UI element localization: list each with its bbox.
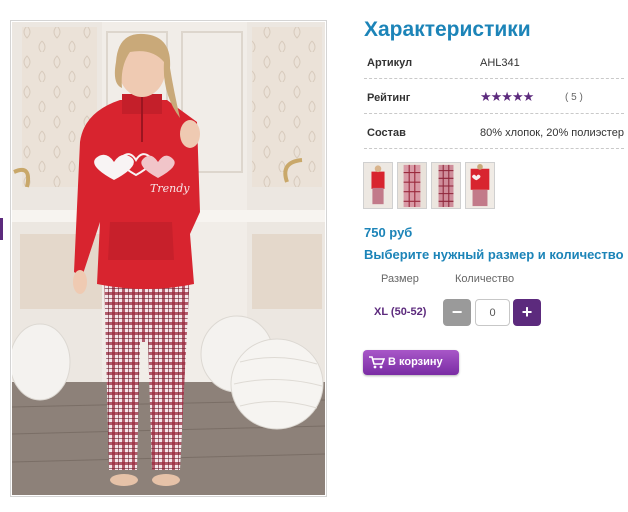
side-tab[interactable] [0, 218, 3, 240]
specs-title: Характеристики [364, 18, 531, 41]
gallery-thumbnail[interactable] [465, 162, 495, 209]
article-label: Артикул [367, 57, 413, 69]
quantity-increase-button[interactable]: + [513, 299, 541, 326]
size-value: XL (50-52) [374, 306, 427, 318]
add-to-cart-label: В корзину [388, 356, 443, 368]
choose-size-heading: Выберите нужный размер и количество [364, 247, 624, 262]
svg-text:Trendy: Trendy [150, 182, 190, 195]
quantity-column-header: Количество [455, 273, 515, 285]
product-photo[interactable]: Trendy [12, 22, 325, 495]
composition-label: Состав [367, 127, 406, 139]
quantity-decrease-button[interactable]: − [443, 299, 471, 326]
add-to-cart-button[interactable]: В корзину [363, 350, 459, 375]
quantity-input[interactable] [475, 299, 510, 326]
spec-row-article: Артикул AHL341 [364, 45, 624, 79]
article-value: AHL341 [480, 57, 520, 69]
cart-icon [369, 356, 385, 369]
spec-row-rating: Рейтинг ★★★★★ ( 5 ) [364, 80, 624, 114]
gallery-thumbnail[interactable] [363, 162, 393, 209]
product-price: 750 руб [364, 225, 413, 240]
rating-count: ( 5 ) [565, 92, 583, 103]
spec-row-composition: Состав 80% хлопок, 20% полиэстер [364, 115, 624, 149]
product-photo-frame: Trendy [10, 20, 327, 497]
size-column-header: Размер [381, 273, 419, 285]
gallery-thumbnail[interactable] [397, 162, 427, 209]
rating-stars[interactable]: ★★★★★ [480, 89, 534, 105]
gallery-thumbnail[interactable] [431, 162, 461, 209]
rating-label: Рейтинг [367, 92, 411, 104]
composition-value: 80% хлопок, 20% полиэстер [480, 127, 624, 139]
